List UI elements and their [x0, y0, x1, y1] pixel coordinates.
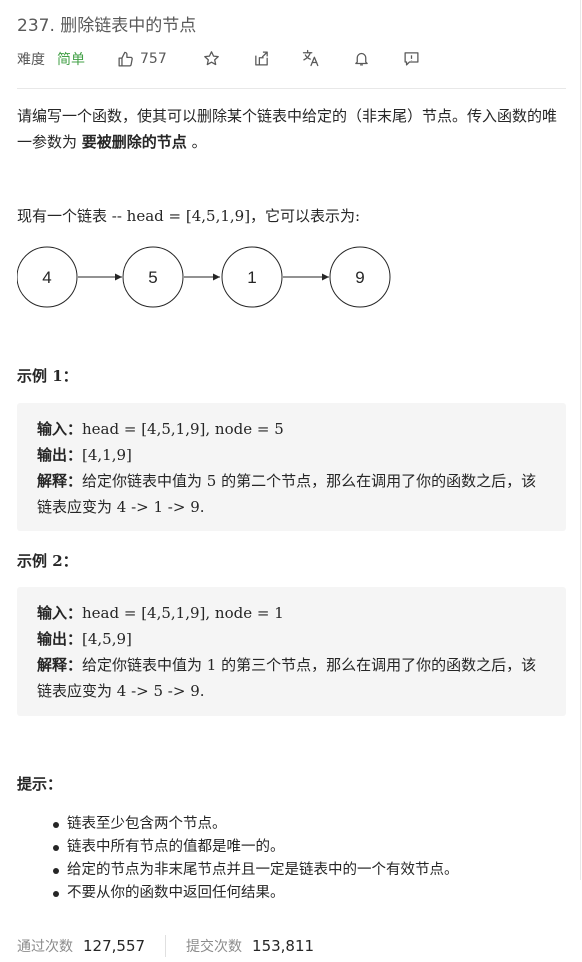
linked-list-diagram: 4 5 1 9 — [17, 246, 391, 308]
example-1-title: 示例 1： — [17, 367, 78, 385]
hint-item: 不要从你的函数中返回任何结果。 — [53, 882, 582, 905]
hint-item: 给定的节点为非末尾节点并且一定是链表中的一个有效节点。 — [53, 859, 582, 882]
feedback-icon — [403, 51, 419, 66]
example-1-input: 输入：head = [4,5,1,9], node = 5 — [37, 420, 284, 438]
list-node-value: 4 — [42, 268, 51, 287]
submission-stats: 通过次数 127,557 提交次数 153,811 — [17, 934, 566, 958]
problem-meta-bar: 难度 简单 757 — [17, 47, 566, 71]
list-node-value: 1 — [247, 268, 256, 287]
favorite-button[interactable] — [202, 49, 220, 67]
statement-emphasis: 要被删除的节点 — [81, 133, 187, 151]
example-1-block: 输入：head = [4,5,1,9], node = 5 输出：[4,1,9]… — [17, 403, 566, 531]
feedback-button[interactable] — [402, 49, 420, 67]
star-icon — [203, 50, 219, 65]
hint-item: 链表中所有节点的值都是唯一的。 — [53, 836, 582, 859]
example-2-explanation: 解释：给定你链表中值为 1 的第三个节点，那么在调用了你的函数之后，该链表应变为… — [37, 656, 537, 700]
submitted-label: 提交次数 — [186, 939, 243, 955]
submitted-count: 153,811 — [252, 937, 315, 955]
example-1-explanation: 解释：给定你链表中值为 5 的第二个节点，那么在调用了你的函数之后，该链表应变为… — [37, 472, 537, 516]
hints-list: 链表至少包含两个节点。 链表中所有节点的值都是唯一的。 给定的节点为非末尾节点并… — [17, 813, 582, 905]
example-1-output: 输出：[4,1,9] — [37, 446, 132, 464]
problem-title: 237. 删除链表中的节点 — [17, 16, 197, 36]
hints-title: 提示： — [17, 775, 63, 793]
bell-icon — [354, 52, 368, 66]
difficulty-badge: 简单 — [57, 52, 85, 68]
translate-icon — [302, 49, 319, 67]
share-button[interactable] — [252, 49, 270, 67]
stats-divider — [165, 935, 167, 957]
example-2-block: 输入：head = [4,5,1,9], node = 1 输出：[4,5,9]… — [17, 587, 566, 716]
list-node-value: 9 — [355, 268, 364, 287]
example-2-input: 输入：head = [4,5,1,9], node = 1 — [37, 604, 284, 622]
hint-item: 链表至少包含两个节点。 — [53, 813, 582, 836]
problem-statement: 请编写一个函数，使其可以删除某个链表中给定的（非末尾）节点。传入函数的唯一参数为… — [17, 103, 566, 155]
like-count: 757 — [140, 51, 167, 67]
header-divider — [17, 88, 566, 89]
like-button[interactable]: 757 — [117, 51, 167, 68]
panel-right-border — [580, 0, 581, 880]
example-2-title: 示例 2： — [17, 552, 78, 570]
difficulty-label: 难度 — [17, 52, 45, 68]
statement-tail: 。 — [186, 133, 207, 151]
share-icon — [254, 50, 268, 66]
translate-button[interactable] — [302, 49, 320, 67]
subscribe-button[interactable] — [352, 49, 370, 67]
thumbs-up-icon — [118, 51, 133, 67]
accepted-count: 127,557 — [83, 937, 146, 955]
linked-list-intro: 现有一个链表 -- head = [4,5,1,9]，它可以表示为: — [17, 207, 361, 225]
accepted-label: 通过次数 — [17, 939, 73, 955]
example-2-output: 输出：[4,5,9] — [37, 630, 132, 648]
list-node-value: 5 — [148, 268, 157, 287]
